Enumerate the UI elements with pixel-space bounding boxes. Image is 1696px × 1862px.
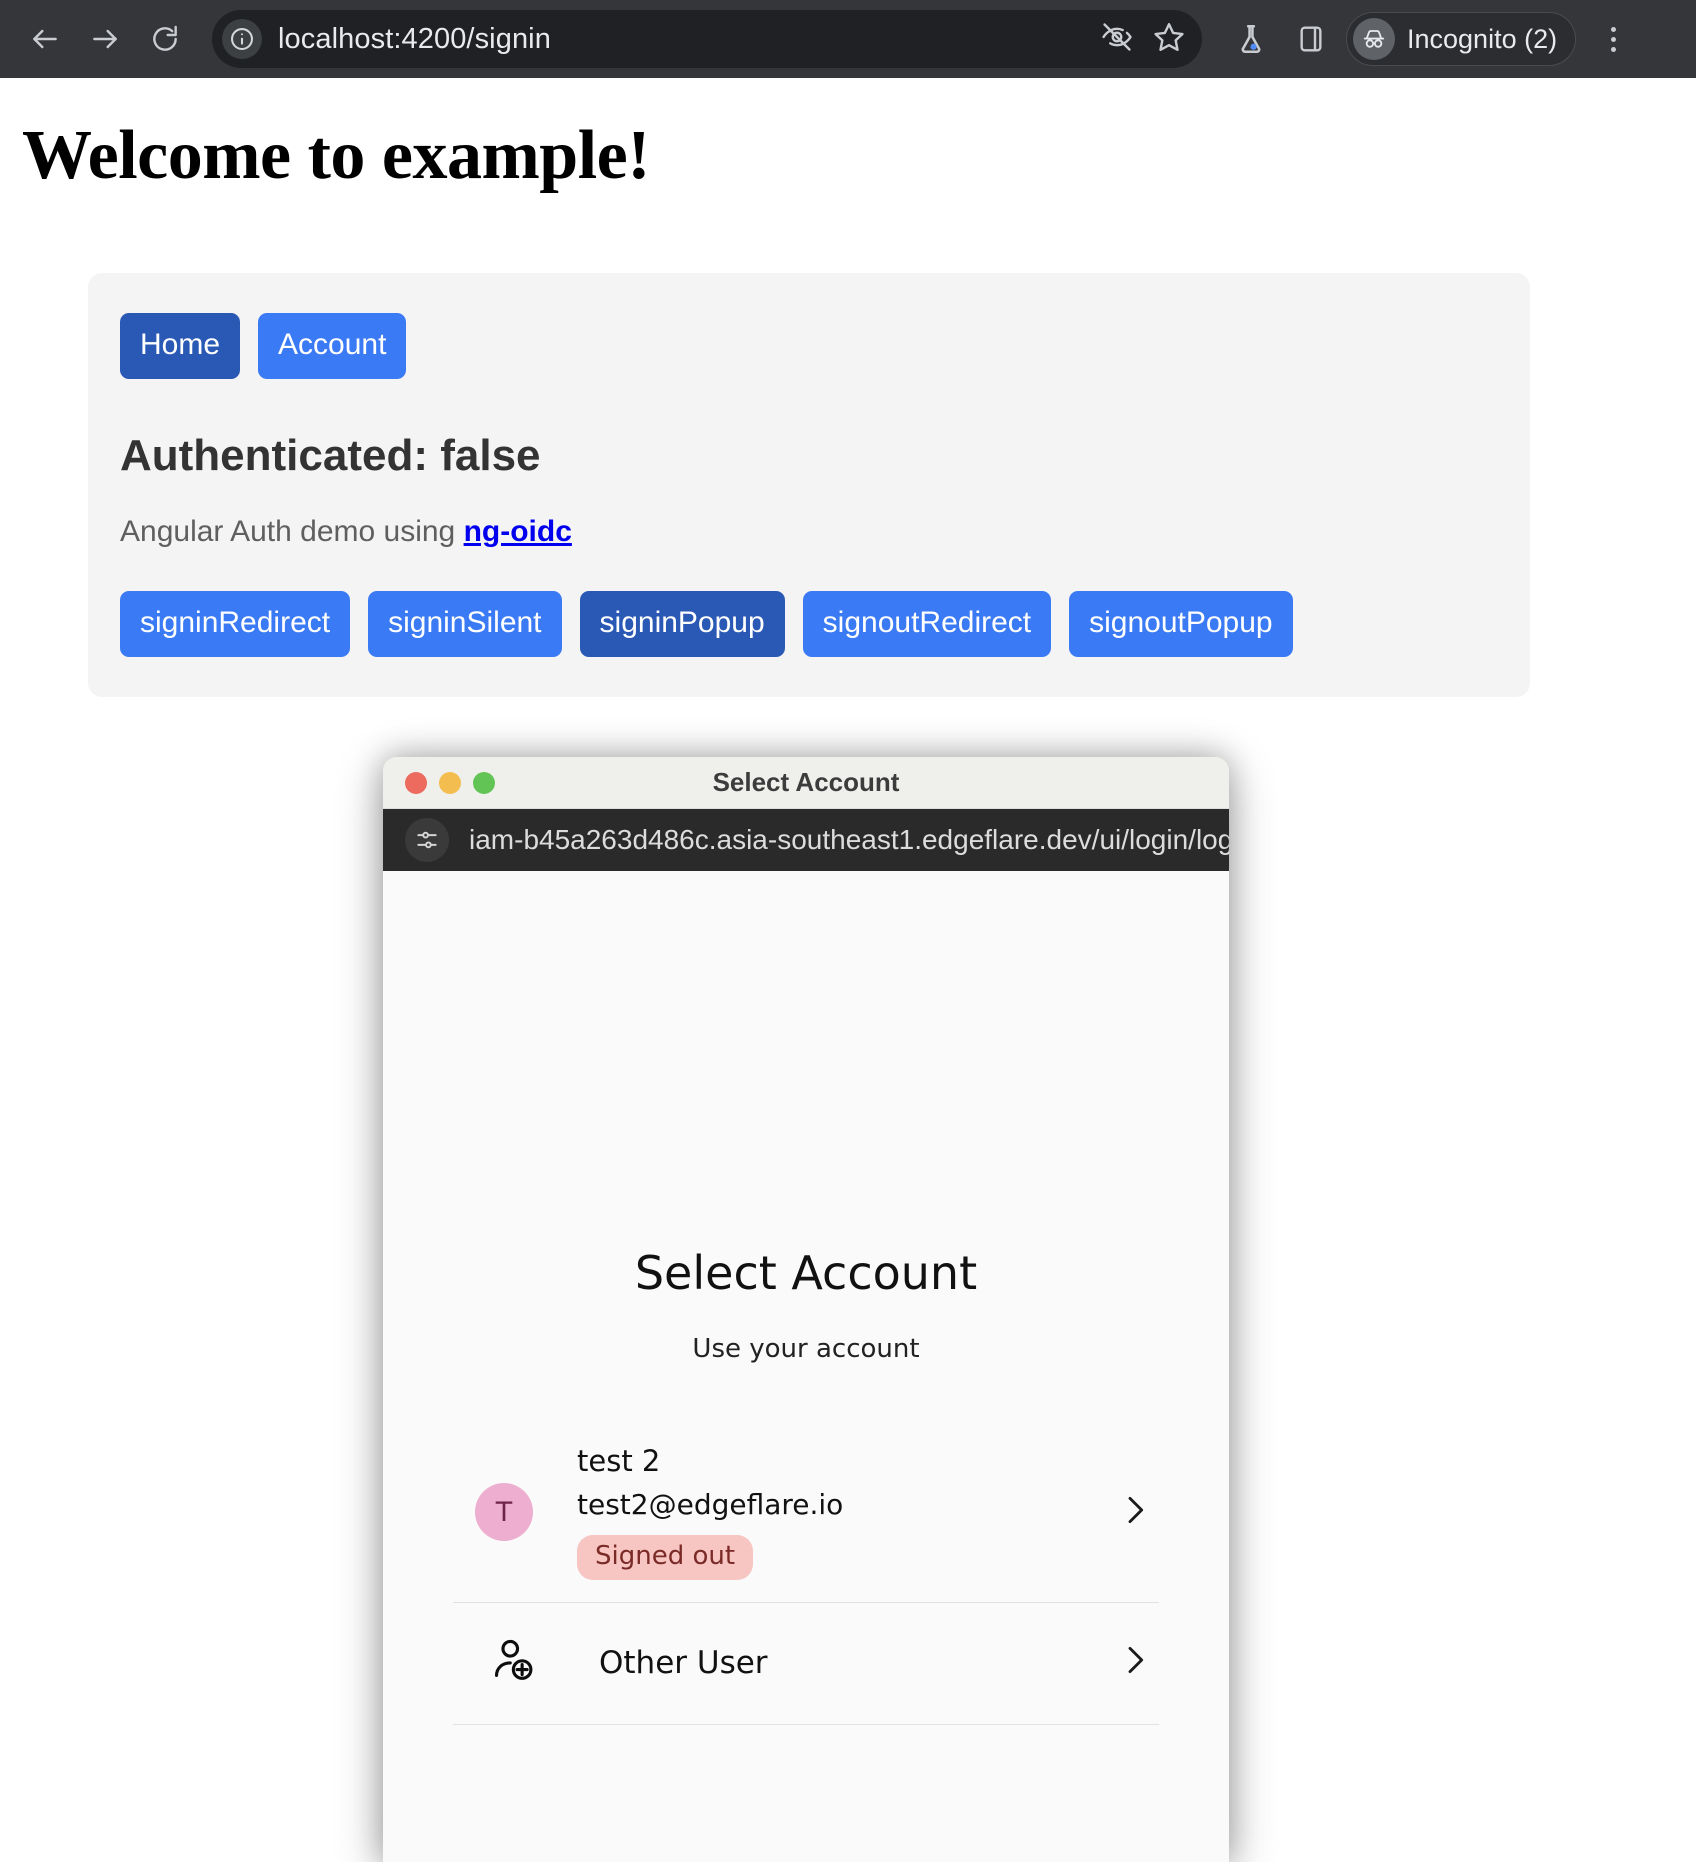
traffic-lights (383, 771, 495, 794)
close-window-icon[interactable] (405, 771, 427, 794)
status-badge: Signed out (577, 1535, 754, 1580)
avatar: T (475, 1483, 533, 1541)
kebab-dot (1610, 36, 1616, 42)
chrome-right-controls: Incognito (2) (1226, 12, 1636, 66)
page-body: Welcome to example! Home Account Authent… (0, 78, 1696, 1862)
nav-button-row: Home Account (120, 313, 1498, 379)
signin-silent-button[interactable]: signinSilent (368, 591, 562, 657)
address-bar[interactable]: localhost:4200/signin (212, 10, 1202, 68)
kebab-dot (1610, 46, 1616, 52)
authenticated-status: Authenticated: false (120, 431, 541, 480)
kebab-dot (1610, 26, 1616, 32)
minimize-window-icon[interactable] (439, 771, 461, 794)
demo-description: Angular Auth demo using ng-oidc (120, 515, 1498, 549)
account-email: test2@edgeflare.io (577, 1488, 844, 1521)
back-icon[interactable] (18, 12, 72, 66)
select-account-popup-window: Select Account iam-b45a263d486c.asia-sou… (383, 757, 1229, 1862)
other-user-label: Other User (599, 1644, 768, 1681)
incognito-profile-button[interactable]: Incognito (2) (1346, 12, 1577, 66)
select-account-content: Select Account Use your account T test 2… (383, 871, 1229, 1862)
select-account-subheading: Use your account (692, 1334, 920, 1364)
site-info-icon[interactable] (222, 19, 262, 59)
popup-titlebar[interactable]: Select Account (383, 757, 1229, 809)
star-icon[interactable] (1152, 20, 1186, 59)
nav-button-account[interactable]: Account (258, 313, 407, 379)
signout-redirect-button[interactable]: signoutRedirect (802, 591, 1052, 657)
side-panel-icon[interactable] (1286, 14, 1336, 64)
permissions-icon[interactable] (405, 818, 449, 862)
reload-icon[interactable] (138, 12, 192, 66)
chevron-right-icon[interactable] (1115, 1640, 1159, 1685)
account-name: test 2 (577, 1444, 661, 1478)
eye-slash-icon[interactable] (1100, 20, 1134, 59)
browser-toolbar: localhost:4200/signin Incognito (2) (0, 0, 1696, 78)
nav-button-home[interactable]: Home (120, 313, 241, 379)
demo-description-text: Angular Auth demo using (120, 515, 464, 548)
kebab-menu-icon[interactable] (1590, 12, 1636, 66)
list-item[interactable]: T test 2 test2@edgeflare.io Signed out (453, 1426, 1159, 1603)
popup-address-bar[interactable]: iam-b45a263d486c.asia-southeast1.edgefla… (383, 809, 1229, 871)
incognito-label: Incognito (2) (1407, 23, 1558, 54)
list-item[interactable]: Other User (453, 1603, 1159, 1725)
ng-oidc-link[interactable]: ng-oidc (464, 515, 572, 548)
demo-card: Home Account Authenticated: false Angula… (88, 273, 1530, 697)
account-list: T test 2 test2@edgeflare.io Signed out O… (453, 1426, 1159, 1725)
auth-action-row: signinRedirect signinSilent signinPopup … (120, 591, 1498, 657)
address-bar-actions (1100, 20, 1186, 59)
page-title: Welcome to example! (22, 117, 651, 194)
signin-redirect-button[interactable]: signinRedirect (120, 591, 351, 657)
forward-icon[interactable] (78, 12, 132, 66)
popup-window-title: Select Account (712, 767, 900, 797)
popup-address-bar-url: iam-b45a263d486c.asia-southeast1.edgefla… (469, 824, 1229, 855)
address-bar-url: localhost:4200/signin (278, 22, 551, 55)
maximize-window-icon[interactable] (473, 771, 495, 794)
account-info: test 2 test2@edgeflare.io Signed out (577, 1444, 1115, 1580)
incognito-hat-icon (1353, 18, 1395, 60)
chevron-right-icon[interactable] (1115, 1490, 1159, 1535)
signout-popup-button[interactable]: signoutPopup (1069, 591, 1293, 657)
flask-icon[interactable] (1226, 14, 1276, 64)
person-add-icon (489, 1635, 539, 1690)
select-account-heading: Select Account (634, 1246, 978, 1300)
signin-popup-button[interactable]: signinPopup (579, 591, 785, 657)
